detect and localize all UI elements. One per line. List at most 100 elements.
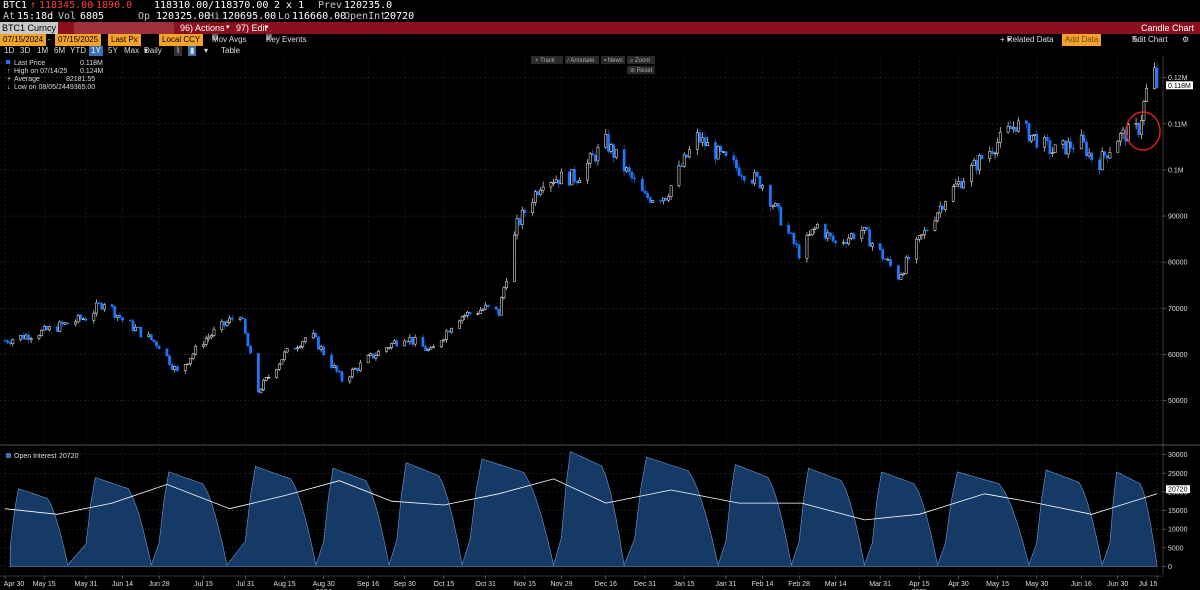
period-1d[interactable]: 1D: [4, 46, 14, 56]
candle-up: [923, 229, 926, 235]
candle-down: [1072, 147, 1075, 150]
candle-up: [42, 325, 46, 331]
period-1y[interactable]: 1Y: [89, 46, 103, 56]
settings-gear-icon[interactable]: ⚙: [1182, 34, 1189, 46]
candle-up: [390, 343, 393, 348]
candle-up: [586, 162, 589, 181]
price-chart[interactable]: 50000600007000080000900000.1M0.11M0.12M0…: [0, 56, 1200, 590]
x-tick-label: May 15: [986, 581, 1009, 588]
candle-up: [962, 181, 966, 189]
candle-up: [1121, 129, 1125, 134]
edit-menu[interactable]: 97) Edit: [236, 22, 267, 34]
chevron-down-icon[interactable]: ▾: [204, 46, 208, 56]
candle-down: [567, 171, 571, 186]
candle-up: [429, 347, 433, 350]
candle-up: [604, 133, 608, 148]
candle-down: [371, 353, 375, 359]
candle-down: [735, 159, 738, 168]
candle-up: [850, 233, 853, 239]
add-data-field[interactable]: Add Data: [1062, 34, 1102, 46]
legend-low-label: Low on 08/05/24: [14, 84, 66, 91]
x-tick-label: Oct 15: [434, 581, 455, 588]
candle-down: [136, 326, 140, 329]
y-tick-label: 60000: [1168, 352, 1188, 359]
candle-up: [262, 380, 265, 391]
candle-up: [479, 310, 482, 314]
candle-up: [102, 304, 106, 310]
candle-up: [463, 315, 467, 318]
currency-select[interactable]: Local CCY: [159, 34, 204, 46]
candle-down: [66, 322, 70, 325]
candle-down: [750, 179, 754, 184]
candle-up: [37, 335, 41, 339]
track-tool[interactable]: + Track: [535, 58, 556, 64]
period-6m[interactable]: 6M: [54, 46, 65, 56]
period-ytd[interactable]: YTD: [70, 46, 86, 56]
volume: 6805: [80, 11, 105, 22]
candle-down: [607, 133, 610, 152]
high-label: Hi: [208, 11, 221, 22]
candle-up: [651, 200, 655, 203]
end-date-field[interactable]: 07/15/2025: [55, 34, 102, 46]
last-price-swatch: [6, 60, 10, 64]
candle-down: [45, 325, 49, 331]
candle-up: [688, 149, 691, 158]
price-arrow-icon: ↑: [30, 0, 37, 11]
candle-down: [740, 175, 744, 177]
candle-down: [975, 159, 979, 171]
candle-up: [842, 242, 845, 244]
candle-up: [902, 273, 905, 275]
legend-low-icon: ↓: [7, 84, 11, 91]
y-tick-label: 0.12M: [1168, 75, 1188, 82]
candle-down: [1085, 141, 1088, 157]
period-max[interactable]: Max: [124, 46, 139, 56]
candle-up: [76, 314, 80, 323]
line-chart-icon[interactable]: ⌇: [174, 46, 182, 56]
candle-up: [238, 317, 242, 320]
candle-down: [769, 185, 772, 207]
table-button[interactable]: Table: [221, 46, 240, 56]
candle-up: [549, 182, 553, 188]
actions-menu[interactable]: 96) Actions: [180, 22, 225, 34]
x-tick-label: May 15: [33, 581, 56, 588]
candle-down: [823, 224, 827, 239]
zoom-tool[interactable]: ⌕ Zoom: [630, 58, 650, 64]
candle-up: [951, 186, 955, 202]
related-data-button[interactable]: + Related Data ▾: [1000, 34, 1054, 46]
security-description: [74, 22, 174, 34]
field-select[interactable]: Last Px: [108, 34, 141, 46]
candle-down: [79, 314, 83, 320]
candle-up: [1043, 137, 1047, 148]
toolbar: 07/15/2024 - 07/15/2025 Last Px Local CC…: [0, 34, 1200, 46]
annotate-tool[interactable]: ⁄ Annotate: [566, 58, 595, 64]
candle-up: [917, 235, 921, 240]
reset-button[interactable]: ⊘ Reset: [630, 68, 653, 74]
frequency-select[interactable]: Daily ▾: [144, 46, 162, 56]
candle-down: [1098, 159, 1101, 171]
x-tick-label: Aug 30: [313, 581, 335, 588]
price-axis: 50000 60000 70000 80000 90000 0.1M 0.11M 0.12M0…: [1163, 75, 1193, 405]
period-1m[interactable]: 1M: [37, 46, 48, 56]
candle-down: [536, 191, 540, 195]
candle-up: [539, 189, 542, 195]
candle-up: [259, 389, 263, 393]
x-tick-label: Jul 15: [1139, 581, 1158, 588]
candle-up: [29, 338, 33, 340]
candle-up: [301, 341, 305, 347]
candle-chart-icon[interactable]: ▮: [188, 46, 197, 56]
candle-up: [173, 366, 177, 370]
candle-up: [285, 348, 289, 353]
security-input[interactable]: BTC1 Curncy: [0, 22, 59, 34]
start-date-field[interactable]: 07/15/2024: [0, 34, 47, 46]
candle-up: [11, 339, 15, 344]
x-tick-label: Jun 16: [1071, 581, 1092, 588]
candle-up: [933, 220, 937, 231]
news-tool[interactable]: ▪ News: [604, 58, 623, 64]
period-3d[interactable]: 3D: [20, 46, 30, 56]
candle-down: [627, 167, 631, 173]
candle-up: [264, 377, 268, 381]
candle-down: [149, 334, 153, 341]
candle-down: [314, 333, 318, 338]
period-5y[interactable]: 5Y: [108, 46, 118, 56]
candle-down: [8, 342, 12, 344]
